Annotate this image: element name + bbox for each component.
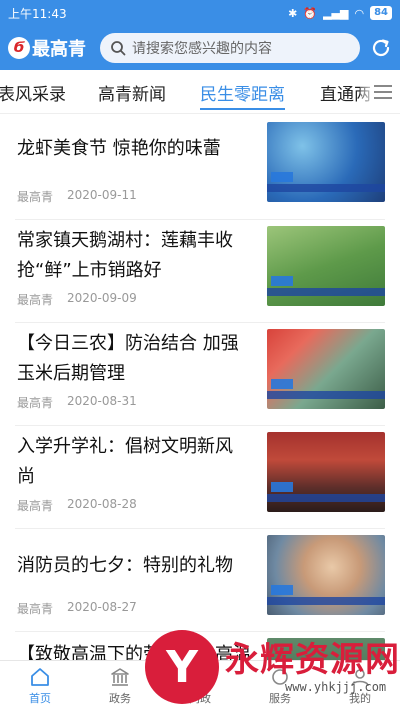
menu-icon[interactable]: [372, 82, 394, 102]
article-meta: 最高青 2020-08-31: [17, 394, 137, 411]
article-title: 入学升学礼：倡树文明新风尚: [17, 436, 233, 487]
nav-label: 问政: [189, 692, 211, 705]
logo-text: 最高青: [32, 39, 86, 60]
app-logo[interactable]: Ϭ 最高青: [8, 35, 100, 61]
nav-profile[interactable]: 我的: [320, 661, 400, 711]
logo-mark-icon: Ϭ: [8, 37, 30, 59]
article-source: 最高青: [17, 190, 54, 204]
article-title: 【今日三农】防治结合 加强玉米后期管理: [17, 333, 239, 384]
tab-label: 表风采录: [0, 84, 66, 105]
nav-label: 政务: [109, 692, 131, 705]
list-item[interactable]: 消防员的七夕：特别的礼物 最高青 2020-08-27: [15, 529, 385, 632]
nav-label: 服务: [269, 692, 291, 705]
search-icon: [111, 41, 126, 56]
article-source: 最高青: [17, 396, 54, 410]
article-date: 2020-09-11: [67, 188, 137, 202]
category-tabs: 表风采录 高青新闻 民生零距离 直通两: [0, 70, 400, 114]
refresh-icon[interactable]: [370, 37, 392, 59]
alarm-icon: ⏰: [303, 6, 318, 20]
search-placeholder: 请搜索您感兴趣的内容: [132, 41, 272, 57]
government-icon: [111, 668, 129, 686]
nav-home[interactable]: 首页: [0, 661, 80, 711]
article-thumbnail: [267, 432, 385, 512]
inquiry-icon: [191, 669, 209, 688]
article-list: 龙虾美食节 惊艳你的味蕾 最高青 2020-09-11 常家镇天鹅湖村：莲藕丰收…: [0, 114, 400, 660]
tab-label: 民生零距离: [200, 84, 285, 105]
app-header: 上午11:43 ✱ ⏰ ▂▄▆ ◠ 84 Ϭ 最高青 请搜索您感兴趣的内容: [0, 0, 400, 70]
article-meta: 最高青 2020-09-09: [17, 291, 137, 308]
tab-1[interactable]: 高青新闻: [98, 70, 166, 113]
article-thumbnail: [267, 329, 385, 409]
battery-icon: 84: [370, 6, 392, 20]
signal-icon: ▂▄▆: [323, 6, 349, 20]
status-icons: ✱ ⏰ ▂▄▆ ◠ 84: [288, 6, 392, 20]
bottom-nav: 首页 政务 问政 服务 我的: [0, 660, 400, 711]
article-source: 最高青: [17, 293, 54, 307]
nav-government[interactable]: 政务: [80, 661, 160, 711]
article-date: 2020-08-28: [67, 497, 137, 511]
article-date: 2020-09-09: [67, 291, 137, 305]
list-item[interactable]: 龙虾美食节 惊艳你的味蕾 最高青 2020-09-11: [15, 114, 385, 220]
article-title: 消防员的七夕：特别的礼物: [17, 555, 233, 576]
article-date: 2020-08-31: [67, 394, 137, 408]
article-date: 2020-08-27: [67, 600, 137, 614]
article-meta: 最高青 2020-08-27: [17, 600, 137, 617]
profile-icon: [351, 669, 369, 687]
article-title: 常家镇天鹅湖村：莲藕丰收抢“鲜”上市销路好: [17, 230, 233, 281]
status-time: 上午11:43: [8, 6, 67, 21]
list-item[interactable]: 入学升学礼：倡树文明新风尚 最高青 2020-08-28: [15, 426, 385, 529]
article-title: 【致敬高温下的劳动者】高温: [17, 644, 251, 660]
tab-label: 高青新闻: [98, 84, 166, 105]
list-item[interactable]: 【致敬高温下的劳动者】高温: [15, 632, 385, 660]
nav-inquiry[interactable]: 问政: [160, 661, 240, 711]
nav-label: 我的: [349, 692, 371, 705]
nav-service[interactable]: 服务: [240, 661, 320, 711]
article-thumbnail: [267, 638, 385, 660]
article-meta: 最高青 2020-08-28: [17, 497, 137, 514]
tab-2[interactable]: 民生零距离: [200, 70, 285, 113]
article-thumbnail: [267, 535, 385, 615]
bluetooth-icon: ✱: [288, 6, 298, 20]
top-bar: Ϭ 最高青 请搜索您感兴趣的内容: [0, 26, 400, 70]
service-icon: [272, 669, 288, 685]
article-source: 最高青: [17, 602, 54, 616]
wifi-icon: ◠: [354, 6, 365, 20]
search-input[interactable]: 请搜索您感兴趣的内容: [100, 33, 360, 63]
home-icon: [31, 668, 49, 686]
article-thumbnail: [267, 226, 385, 306]
article-title: 龙虾美食节 惊艳你的味蕾: [17, 138, 221, 159]
status-bar: 上午11:43 ✱ ⏰ ▂▄▆ ◠ 84: [0, 0, 400, 26]
nav-label: 首页: [29, 692, 51, 705]
list-item[interactable]: 常家镇天鹅湖村：莲藕丰收抢“鲜”上市销路好 最高青 2020-09-09: [15, 220, 385, 323]
article-source: 最高青: [17, 499, 54, 513]
list-item[interactable]: 【今日三农】防治结合 加强玉米后期管理 最高青 2020-08-31: [15, 323, 385, 426]
tab-0[interactable]: 表风采录: [0, 70, 66, 113]
article-meta: 最高青 2020-09-11: [17, 188, 137, 205]
article-thumbnail: [267, 122, 385, 202]
